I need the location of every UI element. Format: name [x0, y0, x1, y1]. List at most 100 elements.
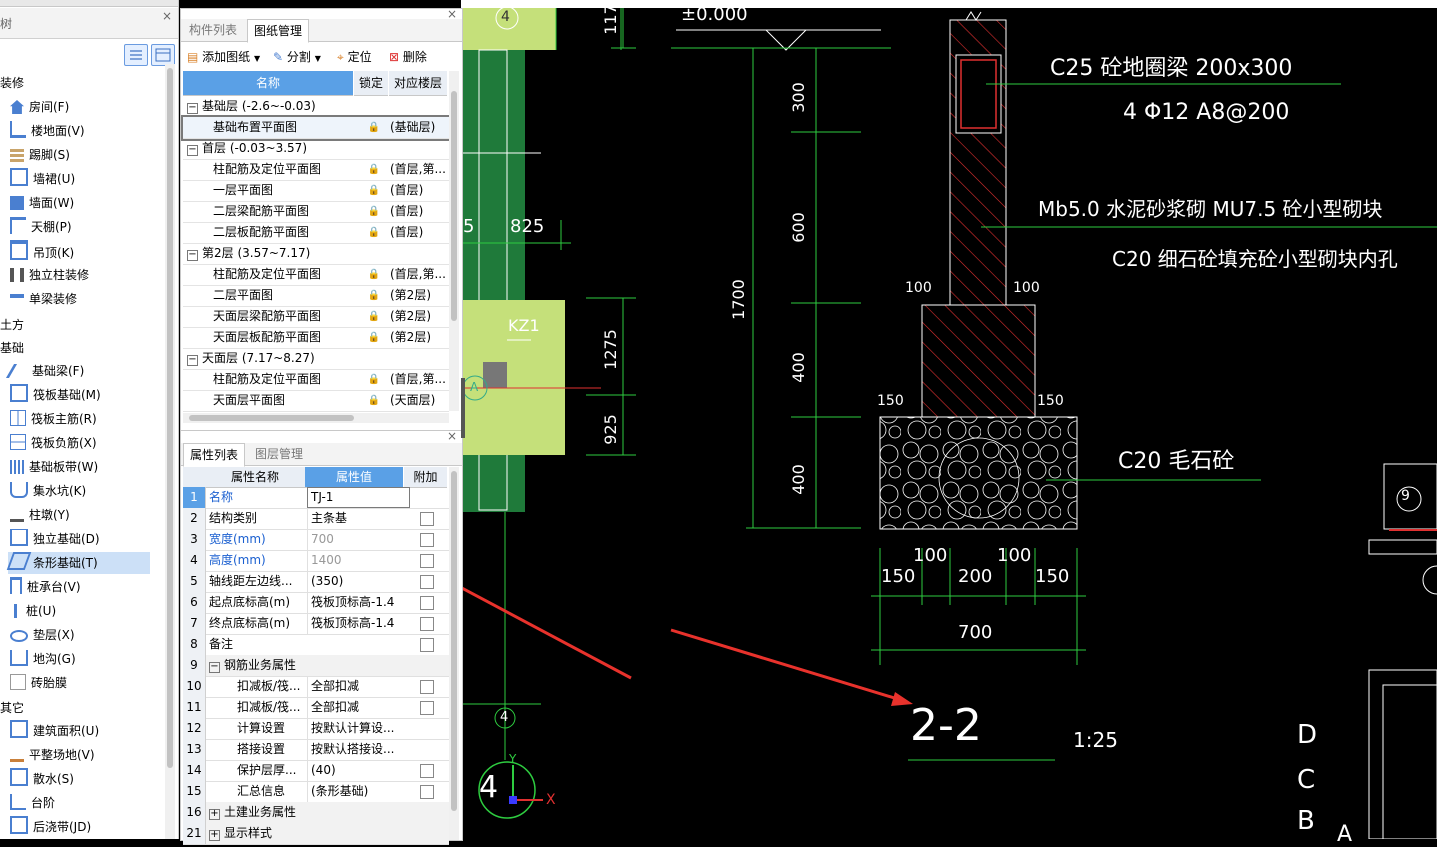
tree-category-jichu[interactable]: 基础: [0, 337, 24, 359]
property-row[interactable]: 14 保护层厚... (40): [183, 760, 449, 782]
lock-icon[interactable]: 🔒: [367, 201, 381, 222]
column-header-lock[interactable]: 锁定: [354, 71, 388, 96]
tree-item-post-cast-strip[interactable]: 后浇带(JD): [10, 816, 91, 838]
tab-property-list[interactable]: 属性列表: [183, 443, 246, 467]
property-value[interactable]: TJ-1: [307, 487, 410, 508]
extra-checkbox[interactable]: [420, 785, 434, 799]
property-row[interactable]: 3 宽度(mm) 700: [183, 529, 449, 551]
collapse-icon[interactable]: −: [209, 662, 220, 673]
property-row[interactable]: 10 扣减板/筏... 全部扣减: [183, 676, 449, 698]
collapse-icon[interactable]: −: [187, 103, 198, 114]
tree-item-trench[interactable]: 地沟(G): [10, 648, 76, 670]
property-value[interactable]: (40): [307, 760, 409, 781]
property-value[interactable]: 按默认搭接设...: [307, 739, 409, 760]
property-value[interactable]: 全部扣减: [307, 697, 409, 718]
property-value[interactable]: 全部扣减: [307, 676, 409, 697]
extra-checkbox[interactable]: [420, 638, 434, 652]
property-value[interactable]: 主条基: [307, 508, 409, 529]
tree-item-ceiling[interactable]: 天棚(P): [10, 216, 72, 238]
tree-item-raft-foundation[interactable]: 筏板基础(M): [10, 384, 101, 406]
tree-item-skirting[interactable]: 踢脚(S): [10, 144, 70, 166]
extra-checkbox[interactable]: [420, 701, 434, 715]
property-value[interactable]: (350): [307, 571, 409, 592]
tree-item-floor[interactable]: 楼地面(V): [10, 120, 85, 142]
property-value[interactable]: (条形基础): [307, 781, 409, 802]
drawing-row[interactable]: 天面层梁配筋平面图 🔒 (第2层): [183, 306, 449, 328]
property-value[interactable]: 筏板顶标高-1.4: [307, 613, 409, 634]
extra-checkbox[interactable]: [420, 512, 434, 526]
tab-component-list[interactable]: 构件列表: [183, 19, 243, 41]
tree-item-sump[interactable]: 集水坑(K): [10, 480, 86, 502]
tree-item-site-leveling[interactable]: 平整场地(V): [10, 744, 95, 766]
locate-button[interactable]: ⌖ 定位: [337, 47, 372, 67]
list-view-icon[interactable]: [124, 44, 148, 66]
lock-icon[interactable]: 🔒: [367, 369, 381, 390]
tree-item-raft-main-rebar[interactable]: 筏板主筋(R): [10, 408, 97, 430]
tree-item-pile[interactable]: 桩(U): [10, 600, 56, 622]
lock-icon[interactable]: 🔒: [367, 306, 381, 327]
extra-checkbox[interactable]: [420, 617, 434, 631]
tree-item-isolated-footing[interactable]: 独立基础(D): [10, 528, 100, 550]
tree-item-building-area[interactable]: 建筑面积(U): [10, 720, 99, 742]
collapse-icon[interactable]: −: [187, 355, 198, 366]
lock-icon[interactable]: 🔒: [367, 390, 381, 411]
panel-splitter[interactable]: [461, 378, 465, 438]
property-scrollbar[interactable]: [449, 467, 459, 840]
extra-checkbox[interactable]: [420, 680, 434, 694]
close-icon[interactable]: ×: [447, 429, 457, 443]
tree-item-wall-face[interactable]: 墙面(W): [10, 192, 74, 214]
drawing-row[interactable]: 柱配筋及定位平面图 🔒 (首层,第...: [183, 264, 449, 286]
tree-category-tufang[interactable]: 土方: [0, 314, 24, 336]
tree-item-wainscot[interactable]: 墙裙(U): [10, 168, 75, 190]
lock-icon[interactable]: 🔒: [367, 222, 381, 243]
tree-scrollbar[interactable]: [165, 64, 175, 839]
property-value[interactable]: 筏板顶标高-1.4: [307, 592, 409, 613]
tree-item-foundation-beam[interactable]: 基础梁(F): [5, 360, 84, 382]
tree-item-brick-mold[interactable]: 砖胎膜: [10, 672, 67, 694]
extra-checkbox[interactable]: [420, 575, 434, 589]
drawing-row[interactable]: 二层平面图 🔒 (第2层): [183, 285, 449, 307]
drawing-row[interactable]: 天面层平面图 🔒 (天面层): [183, 390, 449, 412]
property-row[interactable]: 6 起点底标高(m) 筏板顶标高-1.4: [183, 592, 449, 614]
column-header-extra[interactable]: 附加: [404, 467, 447, 488]
tree-item-pile-cap[interactable]: 桩承台(V): [10, 576, 81, 598]
tree-category-qita[interactable]: 其它: [0, 697, 24, 719]
close-icon[interactable]: ×: [162, 9, 172, 23]
drawing-scrollbar-thumb[interactable]: [451, 91, 457, 321]
floor-group-row[interactable]: − 天面层 (7.17~8.27): [183, 348, 449, 370]
tree-item-column-finish[interactable]: 独立柱装修: [10, 264, 89, 286]
property-value[interactable]: 按默认计算设...: [307, 718, 409, 739]
tree-item-raft-neg-rebar[interactable]: 筏板负筋(X): [10, 432, 97, 454]
drawing-row[interactable]: 一层平面图 🔒 (首层): [183, 180, 449, 202]
property-row[interactable]: 11 扣减板/筏... 全部扣减: [183, 697, 449, 719]
property-row[interactable]: 1 名称 TJ-1: [183, 487, 449, 509]
property-value[interactable]: 700: [307, 529, 409, 550]
drawing-hscrollbar-thumb[interactable]: [189, 415, 354, 421]
collapse-icon[interactable]: −: [187, 145, 198, 156]
floor-group-row[interactable]: − 第2层 (3.57~7.17): [183, 243, 449, 265]
tree-item-beam-finish[interactable]: 单梁装修: [10, 288, 77, 310]
tree-item-suspended-ceiling[interactable]: 吊顶(K): [10, 240, 74, 262]
tree-item-foundation-strip[interactable]: 基础板带(W): [10, 456, 98, 478]
property-row[interactable]: 16 + 土建业务属性: [183, 802, 449, 824]
tree-item-room[interactable]: 房间(F): [10, 96, 69, 118]
drawing-row[interactable]: 基础布置平面图 🔒 (基础层): [181, 115, 451, 141]
property-row[interactable]: 21 + 显示样式: [183, 823, 449, 845]
tab-drawing-management[interactable]: 图纸管理: [247, 19, 310, 43]
delete-button[interactable]: ⊠ 删除: [389, 47, 427, 67]
property-row[interactable]: 5 轴线距左边线... (350): [183, 571, 449, 593]
extra-checkbox[interactable]: [420, 596, 434, 610]
lock-icon[interactable]: 🔒: [367, 159, 381, 180]
tree-item-apron[interactable]: 散水(S): [10, 768, 74, 790]
column-header-floor[interactable]: 对应楼层: [389, 71, 447, 96]
drawing-scrollbar[interactable]: [449, 71, 459, 411]
add-drawing-button[interactable]: ▤ 添加图纸 ▼: [187, 47, 260, 67]
drawing-row[interactable]: 天面层板配筋平面图 🔒 (第2层): [183, 327, 449, 349]
property-row[interactable]: 15 汇总信息 (条形基础): [183, 781, 449, 803]
extra-checkbox[interactable]: [420, 554, 434, 568]
drawing-row[interactable]: 二层板配筋平面图 🔒 (首层): [183, 222, 449, 244]
lock-icon[interactable]: 🔒: [367, 180, 381, 201]
floor-group-row[interactable]: − 基础层 (-2.6~-0.03): [183, 96, 449, 118]
property-row[interactable]: 4 高度(mm) 1400: [183, 550, 449, 572]
property-row[interactable]: 7 终点底标高(m) 筏板顶标高-1.4: [183, 613, 449, 635]
